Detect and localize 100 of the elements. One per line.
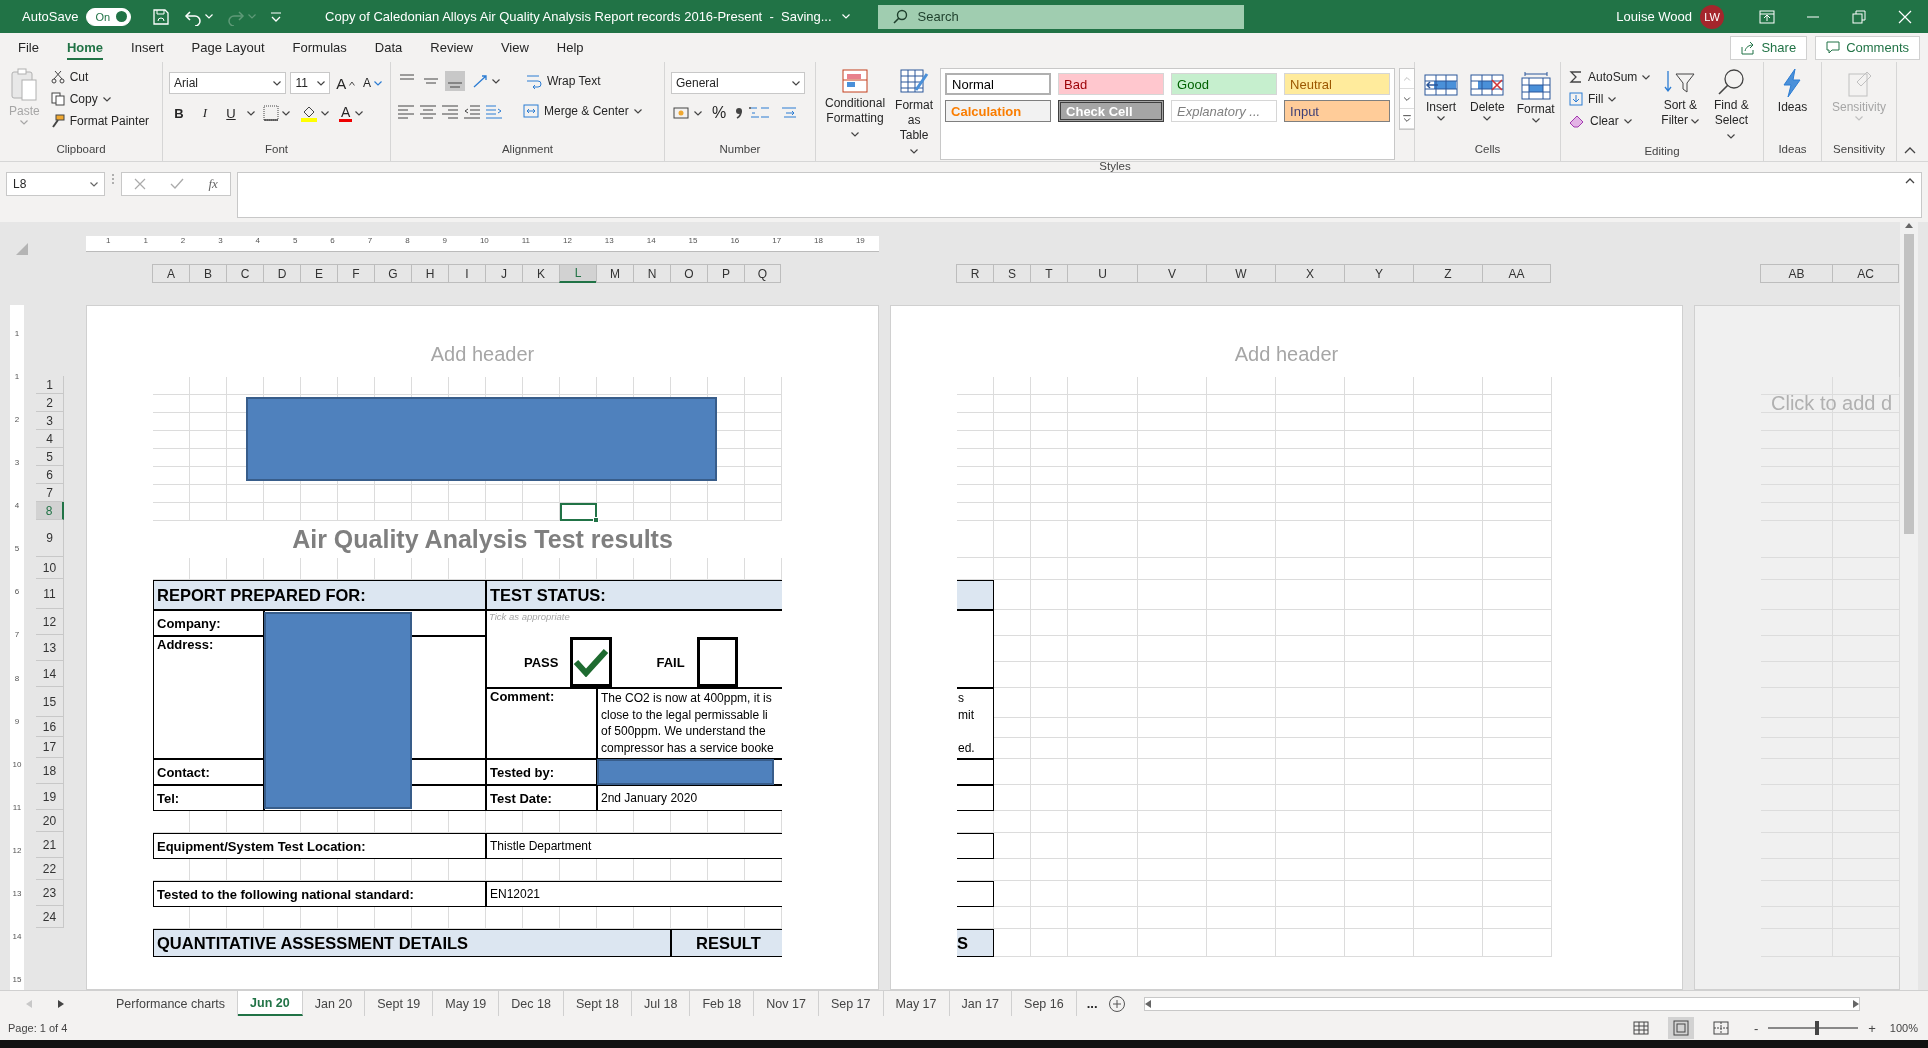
column-header[interactable]: O	[670, 264, 707, 283]
column-header[interactable]: B	[189, 264, 226, 283]
row-header[interactable]: 2	[36, 394, 64, 412]
row-header[interactable]: 18	[36, 758, 64, 784]
format-painter-button[interactable]: Format Painter	[48, 110, 152, 132]
row-header[interactable]: 13	[36, 635, 64, 661]
fill-button[interactable]: Fill	[1567, 88, 1653, 110]
cell-style-option[interactable]: Explanatory ...	[1171, 100, 1278, 122]
autosum-button[interactable]: AutoSum	[1567, 66, 1653, 88]
column-header[interactable]: D	[263, 264, 300, 283]
ribbon-tab[interactable]: File	[4, 33, 53, 62]
cut-button[interactable]: Cut	[48, 66, 152, 88]
column-header[interactable]: A	[152, 264, 189, 283]
ribbon-tab[interactable]: View	[486, 33, 543, 62]
increase-font-size-button[interactable]: A	[334, 72, 358, 94]
insert-function-button[interactable]: fx	[208, 176, 218, 192]
font-color-button[interactable]: A	[337, 102, 366, 124]
row-header[interactable]: 6	[36, 466, 64, 484]
ribbon-tab[interactable]: Review	[416, 33, 487, 62]
column-header[interactable]: V	[1137, 264, 1206, 283]
copy-button[interactable]: Copy	[48, 88, 152, 110]
row-header[interactable]: 4	[36, 430, 64, 448]
column-header[interactable]: T	[1030, 264, 1067, 283]
add-sheet-icon[interactable]	[1107, 994, 1126, 1013]
row-header[interactable]: 17	[36, 737, 64, 758]
column-header[interactable]: U	[1067, 264, 1137, 283]
ribbon-tab[interactable]: Data	[360, 33, 417, 62]
outcome-checkbox[interactable]	[696, 637, 738, 687]
ribbon-tab[interactable]: Formulas	[278, 33, 361, 62]
enter-icon[interactable]	[170, 178, 185, 190]
column-header[interactable]: R	[956, 264, 993, 283]
autosave-toggle[interactable]: On	[86, 7, 132, 26]
cell-style-option[interactable]: Input	[1284, 100, 1391, 122]
row-header[interactable]: 16	[36, 717, 64, 737]
vertical-scrollbar[interactable]	[1900, 222, 1918, 990]
cancel-icon[interactable]	[134, 178, 147, 190]
column-header[interactable]: W	[1206, 264, 1275, 283]
scroll-right-icon[interactable]	[1852, 999, 1859, 1008]
column-header[interactable]: M	[596, 264, 633, 283]
row-header[interactable]: 10	[36, 557, 64, 579]
cell-style-option[interactable]: Normal	[945, 73, 1052, 95]
column-header[interactable]: H	[411, 264, 448, 283]
font-size-dropdown[interactable]: 11	[290, 72, 331, 94]
column-header[interactable]: AC	[1832, 264, 1899, 283]
column-header[interactable]: L	[559, 264, 596, 283]
share-button[interactable]: Share	[1730, 35, 1808, 60]
cell-style-option[interactable]: Good	[1171, 73, 1278, 95]
customize-toolbar-icon[interactable]	[270, 10, 283, 23]
conditional-formatting-button[interactable]: Conditional Formatting	[822, 66, 889, 160]
column-header[interactable]: G	[374, 264, 411, 283]
accounting-format-icon[interactable]	[673, 106, 691, 120]
column-header[interactable]: Z	[1413, 264, 1482, 283]
row-header[interactable]: 15	[36, 687, 64, 717]
find-select-button[interactable]: Find & Select	[1708, 66, 1755, 145]
decrease-indent-icon[interactable]	[463, 103, 481, 119]
column-header[interactable]: C	[226, 264, 263, 283]
column-header[interactable]: S	[993, 264, 1030, 283]
search-field[interactable]: Search	[877, 4, 1244, 29]
gallery-up-icon[interactable]	[1400, 69, 1415, 89]
zoom-in-button[interactable]: +	[1862, 1020, 1882, 1036]
row-header[interactable]: 22	[36, 858, 64, 880]
percent-style-button[interactable]: %	[709, 102, 729, 124]
text-orientation-icon[interactable]	[471, 73, 489, 89]
ribbon-tab[interactable]: Page Layout	[177, 33, 279, 62]
row-header[interactable]: 12	[36, 609, 64, 635]
bold-button[interactable]: B	[169, 102, 189, 124]
select-all-icon[interactable]	[16, 243, 28, 255]
font-name-dropdown[interactable]: Arial	[169, 72, 287, 94]
row-header[interactable]: 24	[36, 906, 64, 928]
number-format-dropdown[interactable]: General	[671, 72, 805, 94]
column-header[interactable]: P	[707, 264, 744, 283]
previous-sheet-icon[interactable]	[26, 999, 32, 1008]
cells-button[interactable]: Insert	[1421, 70, 1461, 143]
column-header[interactable]: Y	[1344, 264, 1413, 283]
user-avatar[interactable]: LW	[1700, 4, 1724, 29]
row-header[interactable]: 21	[36, 832, 64, 858]
row-header[interactable]: 23	[36, 880, 64, 906]
formula-input[interactable]	[237, 172, 1922, 218]
cells-button[interactable]: Delete	[1467, 70, 1508, 143]
column-header[interactable]: X	[1275, 264, 1344, 283]
sort-filter-button[interactable]: Sort & Filter	[1656, 66, 1705, 145]
row-header[interactable]: 3	[36, 412, 64, 430]
column-header[interactable]: N	[633, 264, 670, 283]
italic-button[interactable]: I	[195, 102, 215, 124]
zoom-level[interactable]: 100%	[1889, 1022, 1918, 1034]
fill-color-icon[interactable]	[300, 104, 318, 122]
decrease-font-size-button[interactable]: A	[361, 72, 384, 94]
zoom-out-button[interactable]: -	[1747, 1020, 1765, 1036]
row-header[interactable]: 20	[36, 810, 64, 832]
gallery-more-icon[interactable]	[1400, 109, 1415, 129]
scroll-left-icon[interactable]	[1144, 999, 1151, 1008]
borders-icon[interactable]	[263, 105, 279, 121]
column-header[interactable]: AB	[1760, 264, 1832, 283]
column-header[interactable]: F	[337, 264, 374, 283]
restore-icon[interactable]	[1852, 9, 1866, 24]
close-icon[interactable]	[1898, 9, 1912, 24]
cells-button[interactable]: Format	[1513, 70, 1558, 143]
save-icon[interactable]	[152, 7, 171, 26]
row-header[interactable]: 19	[36, 784, 64, 810]
cell-style-option[interactable]: Bad	[1058, 73, 1165, 95]
